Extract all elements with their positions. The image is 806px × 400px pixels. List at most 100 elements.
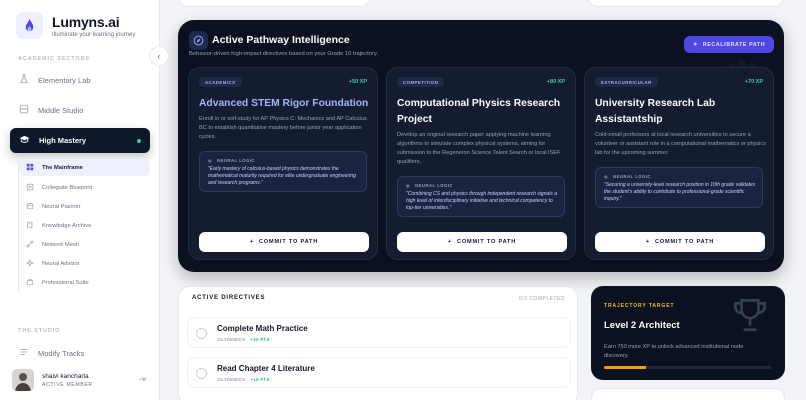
sidebar-item-middle-studio[interactable]: Middle Studio [10, 98, 150, 122]
grid-icon [26, 163, 34, 173]
trophy-icon [729, 294, 771, 341]
directive-category: ACADEMICS [217, 377, 246, 382]
subitem-label: Knowledge Archive [42, 222, 92, 229]
calendar-icon [26, 202, 34, 212]
xp-progress-fill [604, 366, 646, 369]
active-indicator-dot [137, 138, 141, 143]
plus-icon: + [249, 239, 254, 245]
flame-logo-icon [16, 12, 43, 39]
category-tag: EXTRACURRICULAR [595, 77, 658, 87]
subitem-professional-suite[interactable]: Professional Suite [19, 274, 150, 291]
sidebar-item-high-mastery[interactable]: High Mastery [10, 128, 150, 153]
directives-title: ACTIVE DIRECTIVES [192, 295, 266, 301]
layers-icon [19, 104, 29, 116]
directive-row[interactable]: Complete Math Practice ACADEMICS +20 PTS [187, 317, 571, 348]
compass-icon [189, 31, 208, 50]
sidebar-item-label: High Mastery [39, 136, 87, 145]
pathway-card: COMPETITION +80 XP Computational Physics… [386, 67, 576, 260]
category-tag: ACADEMICS [199, 77, 242, 87]
category-tag: COMPETITION [397, 77, 445, 87]
brain-icon: ◎ [604, 174, 609, 179]
recalibrate-path-button[interactable]: ✦ RECALIBRATE PATH [684, 36, 774, 53]
active-pathway-panel: ⚙ Active Pathway Intelligence Behavior-d… [178, 20, 784, 272]
sidebar-item-label: Elementary Lab [38, 75, 91, 85]
logic-label: NEURAL LOGIC [217, 158, 255, 163]
brain-icon: ◎ [406, 183, 411, 188]
subitem-network-mesh[interactable]: Network Mesh [19, 236, 150, 253]
brand-tagline: Illuminate your learning journey [52, 31, 136, 38]
logic-text: "Securing a university-level research po… [604, 182, 756, 203]
directive-name: Read Chapter 4 Literature [217, 364, 315, 373]
xp-progress-bar [604, 366, 771, 369]
directives-count: 0/3 COMPLETED [519, 296, 565, 302]
brand-name: Lumyns.ai [52, 13, 120, 30]
neural-logic-box: ◎ NEURAL LOGIC "Early mastery of calculus… [199, 151, 367, 192]
xp-reward: +50 XP [348, 79, 367, 85]
card-title: Advanced STEM Rigor Foundation [199, 98, 369, 109]
sidebar: Lumyns.ai Illuminate your learning journ… [0, 0, 160, 400]
panel-title: Active Pathway Intelligence [212, 34, 350, 46]
button-label: RECALIBRATE PATH [702, 41, 766, 48]
subitem-knowledge-archive[interactable]: Knowledge Archive [19, 217, 150, 234]
section-label-academic: ACADEMIC SECTORS [18, 56, 91, 62]
logic-text: "Early mastery of calculus-based physics… [208, 166, 356, 187]
sparkle-icon [25, 258, 35, 269]
logout-icon[interactable]: ⇥ [138, 374, 146, 385]
sidebar-item-elementary-lab[interactable]: Elementary Lab [10, 68, 150, 92]
directive-checkbox[interactable] [196, 328, 207, 339]
neural-logic-box: ◎ NEURAL LOGIC "Securing a university-lev… [595, 167, 763, 208]
card-description: Develop an original research paper apply… [397, 132, 561, 165]
subitem-label: Neural Planner [42, 203, 81, 210]
commit-to-path-button[interactable]: + COMMIT TO PATH [595, 232, 765, 252]
briefcase-icon [26, 278, 34, 288]
card-description: Enroll in or self-study for AP Physics C… [199, 116, 367, 140]
commit-to-path-button[interactable]: + COMMIT TO PATH [397, 232, 567, 252]
button-label: COMMIT TO PATH [457, 239, 517, 245]
subitem-collegiate-blueprint[interactable]: Collegiate Blueprint [19, 179, 150, 196]
user-name: shaivi kancharla [42, 372, 89, 380]
subitem-neural-planner[interactable]: Neural Planner [19, 198, 150, 215]
brain-icon: ◎ [208, 158, 213, 163]
subitem-label: Collegiate Blueprint [42, 184, 93, 191]
directive-row[interactable]: Read Chapter 4 Literature ACADEMICS +15 … [187, 357, 571, 388]
logic-label: NEURAL LOGIC [415, 183, 453, 188]
directive-xp: +20 PTS [250, 337, 270, 342]
plus-icon: + [447, 239, 452, 245]
neural-logic-box: ◎ NEURAL LOGIC "Combining CS and physics … [397, 176, 565, 217]
subitem-label: Neural Advisor [42, 260, 80, 267]
section-label-studio: THE STUDIO [18, 328, 61, 334]
button-label: COMMIT TO PATH [259, 239, 319, 245]
logic-label: NEURAL LOGIC [613, 174, 651, 179]
plus-icon: + [645, 239, 650, 245]
brand[interactable]: Lumyns.ai Illuminate your learning journ… [16, 12, 135, 39]
blueprint-icon [26, 183, 34, 193]
directive-category: ACADEMICS [217, 337, 246, 342]
pathway-card: ACADEMICS +50 XP Advanced STEM Rigor Fou… [188, 67, 378, 260]
collapse-sidebar-button[interactable]: ‹ [149, 46, 169, 66]
active-directives-panel: ACTIVE DIRECTIVES 0/3 COMPLETED Complete… [178, 286, 578, 400]
target-description: Earn 750 more XP to unlock advanced inst… [604, 344, 744, 359]
sidebar-item-label: Middle Studio [38, 105, 84, 115]
tracks-icon [19, 347, 29, 359]
directive-xp: +15 PTS [250, 377, 270, 382]
sidebar-item-modify-tracks[interactable]: Modify Tracks [10, 341, 150, 365]
graduation-cap-icon [19, 134, 30, 147]
card-title: Computational Physics Research Project [397, 98, 561, 125]
subitem-label: The Mainframe [42, 164, 83, 171]
flask-icon [19, 74, 29, 86]
directive-name: Complete Math Practice [217, 324, 308, 333]
directive-checkbox[interactable] [196, 368, 207, 379]
panel-subtitle: Behavior-driven high-impact directives b… [189, 51, 379, 57]
network-icon [26, 240, 34, 250]
sparkle-icon: ✦ [692, 41, 698, 48]
subitem-the-mainframe[interactable]: The Mainframe [19, 159, 150, 176]
avatar [12, 369, 34, 391]
subitem-neural-advisor[interactable]: Neural Advisor [19, 255, 150, 272]
commit-to-path-button[interactable]: + COMMIT TO PATH [199, 232, 369, 252]
xp-reward: +80 XP [546, 79, 565, 85]
user-role: ACTIVE MEMBER [42, 381, 93, 388]
xp-reward: +70 XP [744, 79, 763, 85]
secondary-card-stub [591, 388, 785, 400]
user-profile[interactable]: shaivi kancharla ACTIVE MEMBER ⇥ [12, 368, 152, 392]
logic-text: "Combining CS and physics through indepe… [406, 191, 558, 212]
